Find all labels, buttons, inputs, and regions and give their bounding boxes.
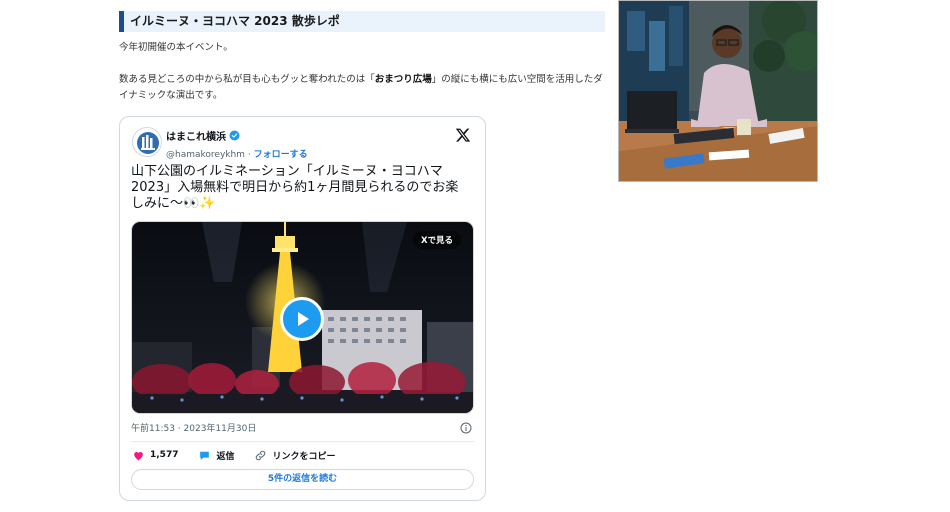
follow-button[interactable]: フォローする: [254, 150, 308, 160]
reply-bubble-icon: [200, 451, 210, 460]
handle[interactable]: @hamakoreykhm: [166, 150, 245, 160]
side-ad-image[interactable]: [618, 0, 818, 182]
body-paragraph: 数ある見どころの中から私が目も心もグッと奪われたのは「おまつり広場」の縦にも横に…: [119, 74, 603, 101]
office-worker-photo: [619, 1, 817, 181]
heart-icon: [134, 451, 143, 460]
embedded-tweet[interactable]: はまこれ横浜 @hamakoreykhm · フォローする 山下公園のイルミネー…: [119, 116, 486, 501]
link-icon: [256, 450, 266, 460]
play-icon: [298, 312, 309, 326]
section-heading: イルミーヌ・ヨコハマ 2023 散歩レポ: [119, 11, 605, 32]
tweet-text: 山下公園のイルミネーション「イルミーヌ・ヨコハマ2023」入場無料で明日から約1…: [131, 164, 459, 211]
read-replies-button[interactable]: 5件の返信を読む: [131, 469, 474, 490]
x-logo-icon[interactable]: [455, 127, 471, 143]
tweet-actions: 1,577 返信 リンクをコピー: [132, 447, 356, 463]
tweet-video[interactable]: Xで見る: [131, 221, 474, 414]
watch-on-x-button[interactable]: Xで見る: [412, 231, 461, 249]
like-count: 1,577: [150, 450, 179, 460]
copy-link-button[interactable]: リンクをコピー: [254, 449, 336, 462]
highlight-text: おまつり広場: [374, 74, 432, 85]
divider: [131, 441, 474, 442]
like-button[interactable]: 1,577: [132, 449, 178, 462]
reply-label: 返信: [216, 451, 235, 462]
copy-link-label: リンクをコピー: [272, 451, 336, 462]
article-section: イルミーヌ・ヨコハマ 2023 散歩レポ 今年初開催の本イベント。 数ある見どこ…: [119, 11, 605, 104]
verified-badge-icon: [229, 130, 240, 141]
reply-button[interactable]: 返信: [198, 449, 234, 462]
display-name[interactable]: はまこれ横浜: [166, 128, 226, 143]
tweet-header: はまこれ横浜 @hamakoreykhm · フォローする: [132, 127, 473, 160]
info-icon[interactable]: [460, 422, 472, 434]
intro-paragraph: 今年初開催の本イベント。: [119, 42, 233, 53]
avatar[interactable]: [132, 127, 162, 157]
tweet-timestamp[interactable]: 午前11:53 · 2023年11月30日: [131, 421, 256, 434]
play-button[interactable]: [280, 297, 324, 341]
